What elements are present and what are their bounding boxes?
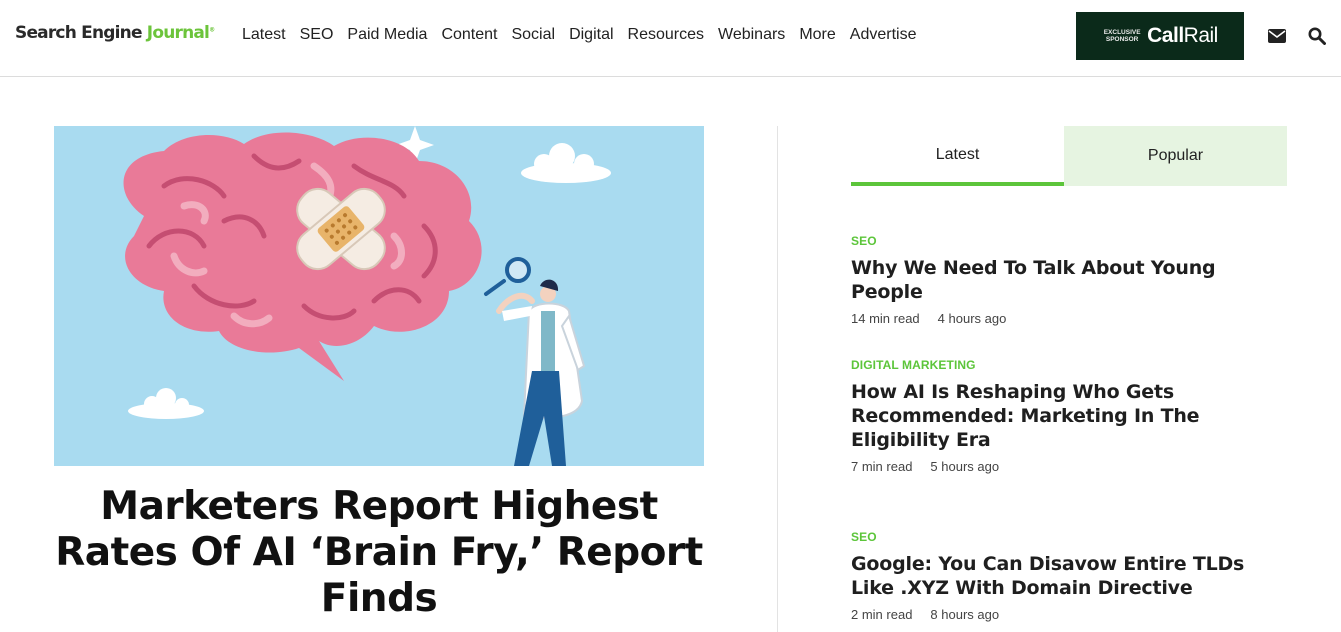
- article-title[interactable]: Why We Need To Talk About Young People: [851, 256, 1291, 304]
- nav-more[interactable]: More: [799, 26, 835, 44]
- article-timestamp: 5 hours ago: [930, 459, 1000, 474]
- nav-resources[interactable]: Resources: [628, 26, 704, 44]
- article-category[interactable]: SEO: [851, 530, 1291, 544]
- article-meta: 7 min read 5 hours ago: [851, 459, 1291, 474]
- article-read-time: 14 min read: [851, 311, 920, 326]
- logo-text-search-engine: Search Engine: [15, 23, 147, 43]
- sponsor-tag: EXCLUSIVE SPONSOR: [1102, 29, 1142, 43]
- article-category[interactable]: SEO: [851, 234, 1291, 248]
- article-read-time: 7 min read: [851, 459, 913, 474]
- sponsor-brand-part1: Call: [1147, 24, 1184, 47]
- article-meta: 14 min read 4 hours ago: [851, 311, 1291, 326]
- nav-seo[interactable]: SEO: [300, 26, 334, 44]
- tab-latest[interactable]: Latest: [851, 126, 1064, 186]
- hero-illustration[interactable]: [54, 126, 704, 466]
- nav-advertise[interactable]: Advertise: [850, 26, 917, 44]
- article-timestamp: 8 hours ago: [930, 607, 1000, 622]
- search-icon[interactable]: [1306, 24, 1328, 48]
- article-category[interactable]: DIGITAL MARKETING: [851, 358, 1291, 372]
- sidebar-tabs: Latest Popular: [851, 126, 1287, 186]
- sidebar-article: SEO Google: You Can Disavow Entire TLDs …: [851, 530, 1291, 622]
- nav-social[interactable]: Social: [511, 26, 555, 44]
- nav-digital[interactable]: Digital: [569, 26, 613, 44]
- nav-paid-media[interactable]: Paid Media: [347, 26, 427, 44]
- site-logo[interactable]: Search Engine Journal®: [15, 23, 215, 43]
- sponsor-banner[interactable]: EXCLUSIVE SPONSOR CallRail: [1076, 12, 1244, 60]
- sponsor-tag-line1: EXCLUSIVE: [1103, 29, 1141, 36]
- sidebar-article: SEO Why We Need To Talk About Young Peop…: [851, 234, 1291, 326]
- main-nav: Latest SEO Paid Media Content Social Dig…: [242, 26, 930, 44]
- sponsor-brand-part2: Rail: [1183, 24, 1219, 47]
- nav-latest[interactable]: Latest: [242, 26, 286, 44]
- hero-headline[interactable]: Marketers Report Highest Rates Of AI ‘Br…: [54, 484, 704, 622]
- article-title[interactable]: How AI Is Reshaping Who Gets Recommended…: [851, 380, 1291, 452]
- article-timestamp: 4 hours ago: [937, 311, 1007, 326]
- article-meta: 2 min read 8 hours ago: [851, 607, 1291, 622]
- sidebar-article: DIGITAL MARKETING How AI Is Reshaping Wh…: [851, 358, 1291, 474]
- sponsor-brand: CallRail: [1147, 24, 1218, 48]
- column-divider: [777, 126, 778, 632]
- nav-webinars[interactable]: Webinars: [718, 26, 785, 44]
- envelope-icon[interactable]: [1266, 24, 1288, 48]
- logo-text-journal: Journal: [146, 23, 210, 43]
- site-header: Search Engine Journal® Latest SEO Paid M…: [0, 0, 1341, 77]
- article-read-time: 2 min read: [851, 607, 913, 622]
- nav-content[interactable]: Content: [441, 26, 497, 44]
- logo-trademark: ®: [209, 26, 215, 34]
- article-title[interactable]: Google: You Can Disavow Entire TLDs Like…: [851, 552, 1291, 600]
- sponsor-tag-line2: SPONSOR: [1105, 36, 1139, 43]
- tab-popular[interactable]: Popular: [1064, 126, 1287, 186]
